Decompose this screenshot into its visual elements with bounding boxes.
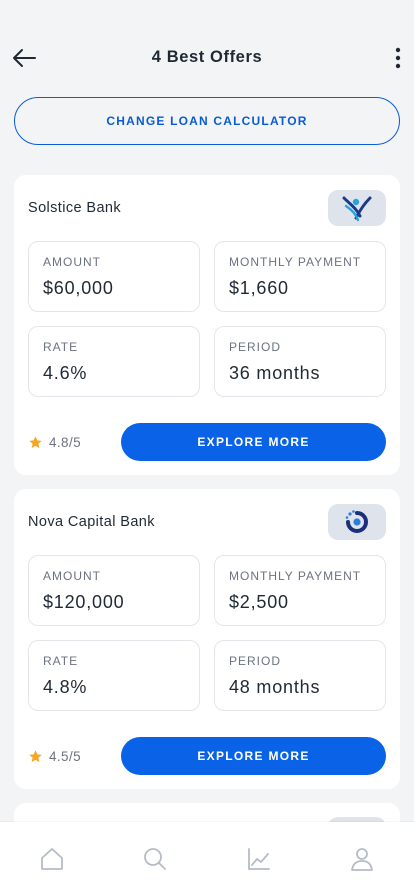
explore-more-button[interactable]: EXPLORE MORE (121, 737, 386, 775)
more-options-button[interactable] (386, 42, 410, 74)
rate-box: RATE 4.6% (28, 326, 200, 397)
amount-label: AMOUNT (43, 255, 101, 269)
home-icon (40, 848, 63, 870)
rating: 4.8/5 (28, 435, 81, 450)
rating-value: 4.8/5 (49, 434, 82, 450)
monthly-payment-box: MONTHLY PAYMENT $2,500 (214, 555, 386, 626)
back-button[interactable] (8, 42, 40, 74)
offers-list: Solstice Bank AMOUNT $60,000 MONTHLY PAY… (14, 175, 400, 857)
rate-box: RATE 4.8% (28, 640, 200, 711)
period-value: 36 months (229, 363, 321, 383)
monthly-payment-value: $1,660 (229, 278, 289, 298)
solstice-bank-logo-icon (328, 190, 386, 226)
rate-value: 4.8% (43, 677, 88, 697)
explore-more-button[interactable]: EXPLORE MORE (121, 423, 386, 461)
rating: 4.5/5 (28, 749, 81, 764)
monthly-payment-value: $2,500 (229, 592, 289, 612)
nav-analytics[interactable] (239, 839, 279, 879)
star-icon (29, 435, 42, 448)
rating-value: 4.5/5 (49, 748, 82, 764)
search-icon (144, 848, 167, 870)
period-box: PERIOD 48 months (214, 640, 386, 711)
offer-card: Nova Capital Bank AMOUNT $120,000 MONTHL… (14, 489, 400, 789)
period-value: 48 months (229, 677, 321, 697)
monthly-payment-label: MONTHLY PAYMENT (229, 569, 362, 583)
monthly-payment-box: MONTHLY PAYMENT $1,660 (214, 241, 386, 312)
more-vertical-icon (395, 47, 401, 69)
bank-name: Nova Capital Bank (28, 514, 155, 530)
amount-value: $60,000 (43, 278, 114, 298)
nav-search[interactable] (135, 839, 175, 879)
nav-profile[interactable] (342, 839, 382, 879)
chart-icon (247, 848, 270, 870)
period-box: PERIOD 36 months (214, 326, 386, 397)
bank-name: Solstice Bank (28, 200, 122, 216)
rate-label: RATE (43, 340, 79, 354)
period-label: PERIOD (229, 654, 282, 668)
amount-box: AMOUNT $120,000 (28, 555, 200, 626)
page-title: 4 Best Offers (151, 48, 263, 66)
amount-value: $120,000 (43, 592, 125, 612)
amount-label: AMOUNT (43, 569, 101, 583)
bottom-navigation (0, 822, 414, 896)
profile-icon (351, 848, 374, 871)
monthly-payment-label: MONTHLY PAYMENT (229, 255, 362, 269)
nova-capital-logo-icon (328, 504, 386, 540)
offer-card: Solstice Bank AMOUNT $60,000 MONTHLY PAY… (14, 175, 400, 475)
app-header: 4 Best Offers (0, 0, 414, 100)
star-icon (29, 749, 42, 762)
change-loan-calculator-button[interactable]: CHANGE LOAN CALCULATOR (14, 97, 400, 145)
period-label: PERIOD (229, 340, 282, 354)
rate-label: RATE (43, 654, 79, 668)
rate-value: 4.6% (43, 363, 88, 383)
nav-home[interactable] (32, 839, 72, 879)
arrow-left-icon (13, 49, 36, 67)
amount-box: AMOUNT $60,000 (28, 241, 200, 312)
